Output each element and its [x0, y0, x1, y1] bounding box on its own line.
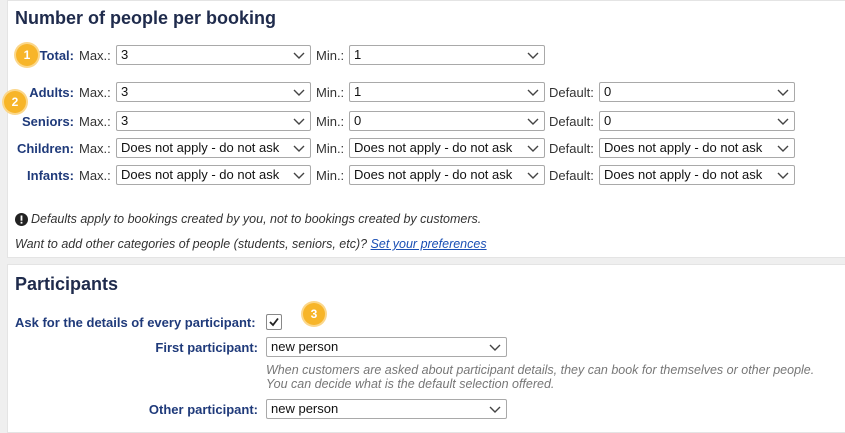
select-value: Does not apply - do not ask — [354, 140, 513, 155]
children-max-select[interactable]: Does not apply - do not ask — [116, 138, 311, 158]
first-participant-label: First participant: — [155, 340, 258, 355]
children-min-select[interactable]: Does not apply - do not ask — [349, 138, 545, 158]
children-default-select[interactable]: Does not apply - do not ask — [599, 138, 795, 158]
adults-max-select[interactable]: 3 — [116, 82, 311, 102]
max-label: Max.: — [79, 168, 111, 183]
chevron-down-icon — [293, 89, 305, 96]
select-value: 3 — [121, 113, 129, 128]
adults-min-select[interactable]: 1 — [349, 82, 545, 102]
first-participant-select[interactable]: new person — [266, 337, 507, 357]
chevron-down-icon — [293, 145, 305, 152]
other-participant-label: Other participant: — [148, 402, 258, 417]
chevron-down-icon — [293, 172, 305, 179]
ask-details-checkbox[interactable] — [266, 314, 282, 330]
chevron-down-icon — [489, 344, 501, 351]
select-value: 1 — [354, 47, 362, 62]
total-max-select[interactable]: 3 — [116, 45, 311, 65]
chevron-down-icon — [777, 145, 789, 152]
callout-badge-1: 1 — [16, 44, 38, 66]
defaults-note: Defaults apply to bookings created by yo… — [31, 212, 482, 226]
max-label: Max.: — [79, 48, 111, 63]
seniors-min-select[interactable]: 0 — [349, 111, 545, 131]
set-preferences-link[interactable]: Set your preferences — [371, 237, 487, 251]
infants-max-select[interactable]: Does not apply - do not ask — [116, 165, 311, 185]
preferences-prompt: Want to add other categories of people (… — [15, 237, 487, 251]
select-value: 0 — [604, 113, 612, 128]
select-value: 3 — [121, 47, 129, 62]
section-title-people: Number of people per booking — [15, 8, 277, 28]
adults-default-select[interactable]: 0 — [599, 82, 795, 102]
seniors-default-select[interactable]: 0 — [599, 111, 795, 131]
chevron-down-icon — [777, 118, 789, 125]
participant-help-line-1: When customers are asked about participa… — [266, 363, 815, 377]
row-label-infants: Infants: — [27, 168, 74, 183]
section-title-participants: Participants — [15, 274, 119, 294]
chevron-down-icon — [777, 172, 789, 179]
min-label: Min.: — [316, 114, 345, 129]
select-value: 3 — [121, 84, 129, 99]
chevron-down-icon — [527, 52, 539, 59]
min-label: Min.: — [316, 85, 345, 100]
min-label: Min.: — [316, 168, 345, 183]
info-exclamation-icon — [15, 213, 28, 226]
infants-min-select[interactable]: Does not apply - do not ask — [349, 165, 545, 185]
select-value: 0 — [604, 84, 612, 99]
select-value: new person — [271, 339, 339, 354]
max-label: Max.: — [79, 141, 111, 156]
callout-badge-2: 2 — [4, 91, 26, 113]
select-value: Does not apply - do not ask — [604, 140, 763, 155]
chevron-down-icon — [489, 406, 501, 413]
select-value: Does not apply - do not ask — [354, 167, 513, 182]
select-value: Does not apply - do not ask — [604, 167, 763, 182]
checkmark-icon — [269, 317, 279, 327]
chevron-down-icon — [527, 172, 539, 179]
total-min-select[interactable]: 1 — [349, 45, 545, 65]
row-label-children: Children: — [16, 141, 74, 156]
select-value: Does not apply - do not ask — [121, 167, 280, 182]
max-label: Max.: — [79, 114, 111, 129]
chevron-down-icon — [293, 118, 305, 125]
select-value: Does not apply - do not ask — [121, 140, 280, 155]
chevron-down-icon — [777, 89, 789, 96]
ask-details-label: Ask for the details of every participant… — [15, 315, 256, 330]
other-participant-select[interactable]: new person — [266, 399, 507, 419]
callout-badge-3: 3 — [303, 303, 325, 325]
select-value: 1 — [354, 84, 362, 99]
select-value: new person — [271, 401, 339, 416]
min-label: Min.: — [316, 48, 345, 63]
chevron-down-icon — [527, 89, 539, 96]
default-label: Default: — [549, 141, 594, 156]
min-label: Min.: — [316, 141, 345, 156]
chevron-down-icon — [293, 52, 305, 59]
participant-help-line-2: You can decide what is the default selec… — [266, 377, 555, 391]
seniors-max-select[interactable]: 3 — [116, 111, 311, 131]
max-label: Max.: — [79, 85, 111, 100]
row-label-seniors: Seniors: — [21, 114, 74, 129]
chevron-down-icon — [527, 145, 539, 152]
default-label: Default: — [549, 114, 594, 129]
default-label: Default: — [549, 85, 594, 100]
preferences-text: Want to add other categories of people (… — [15, 237, 368, 251]
select-value: 0 — [354, 113, 362, 128]
default-label: Default: — [549, 168, 594, 183]
infants-default-select[interactable]: Does not apply - do not ask — [599, 165, 795, 185]
chevron-down-icon — [527, 118, 539, 125]
